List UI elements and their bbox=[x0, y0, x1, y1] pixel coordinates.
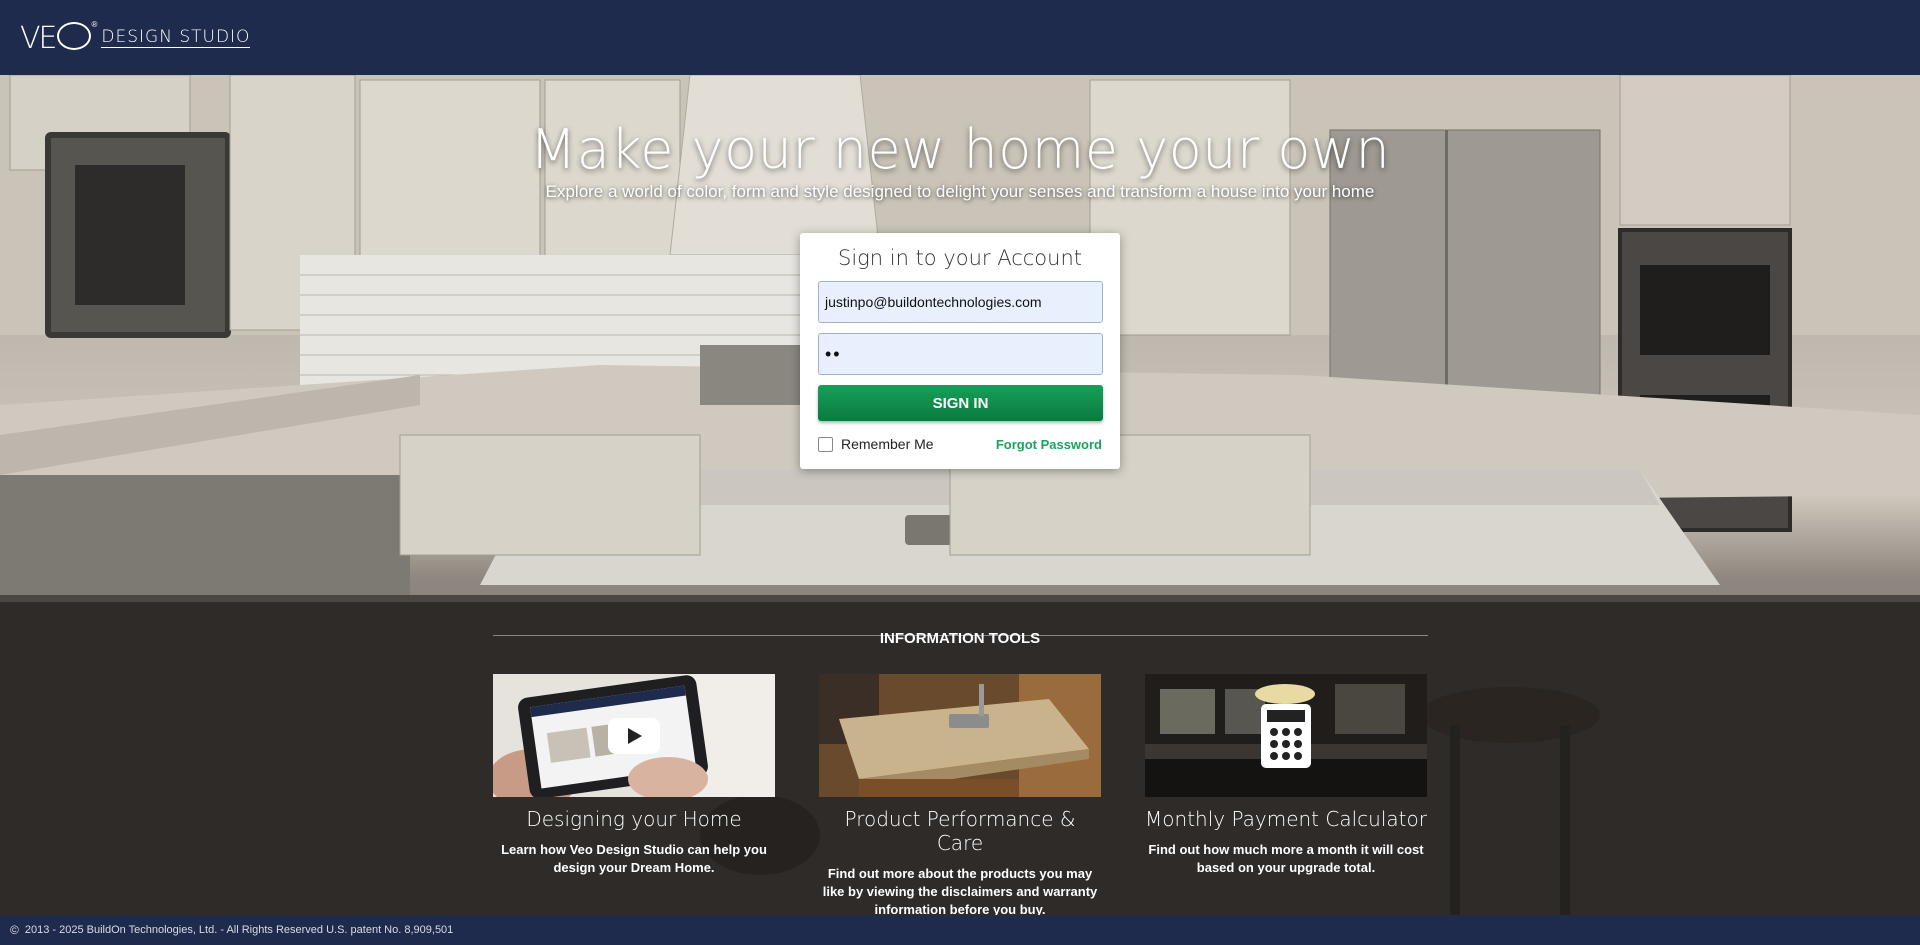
tool-name: Product Performance & Care bbox=[844, 807, 1076, 855]
tool-description: Find out more about the products you may… bbox=[822, 866, 1098, 917]
email-field[interactable]: justinpo@buildontechnologies.com bbox=[818, 281, 1103, 323]
tools-title-text: INFORMATION TOOLS bbox=[879, 630, 1041, 647]
signin-card: Sign in to your Account justinpo@buildon… bbox=[800, 233, 1120, 469]
calculator-icon[interactable] bbox=[1261, 704, 1311, 768]
footer-text: 2013 - 2025 BuildOn Technologies, Ltd. -… bbox=[24, 924, 454, 936]
hero-subhead: Explore a world of color, form and style… bbox=[545, 182, 1375, 201]
information-tools-section: INFORMATION TOOLS Designing your Home Le… bbox=[0, 602, 1920, 917]
tool-thumbnail-calculator[interactable] bbox=[1145, 674, 1427, 797]
tool-description: Learn how Veo Design Studio can help you… bbox=[501, 842, 767, 875]
tool-description: Find out how much more a month it will c… bbox=[1148, 842, 1424, 875]
logo-registered: ® bbox=[91, 19, 98, 29]
sign-in-button[interactable]: SIGN IN bbox=[818, 385, 1103, 421]
countertop-photo bbox=[819, 674, 1101, 797]
logo-mark: VE bbox=[20, 20, 58, 56]
logo-o-shape bbox=[57, 22, 92, 50]
tool-monthly-payment-calculator[interactable]: Monthly Payment Calculator Find out how … bbox=[1145, 674, 1427, 877]
forgot-password-link[interactable]: Forgot Password bbox=[996, 437, 1102, 452]
hero-headline: Make your new home your own bbox=[529, 118, 1391, 181]
play-icon[interactable] bbox=[608, 718, 660, 754]
remember-me-label: Remember Me bbox=[841, 436, 934, 452]
veo-logo[interactable]: VE ® DESIGN STUDIO bbox=[20, 19, 251, 56]
tool-name: Designing your Home bbox=[526, 807, 742, 831]
top-header: VE ® DESIGN STUDIO bbox=[0, 0, 1920, 75]
tool-designing-your-home[interactable]: Designing your Home Learn how Veo Design… bbox=[493, 674, 775, 877]
remember-me-checkbox[interactable] bbox=[818, 436, 833, 452]
tool-product-performance-care[interactable]: Product Performance & Care Find out more… bbox=[819, 674, 1101, 919]
footer: © 2013 - 2025 BuildOn Technologies, Ltd.… bbox=[0, 915, 1920, 945]
tools-title: INFORMATION TOOLS bbox=[0, 630, 1920, 647]
signin-title: Sign in to your Account bbox=[837, 246, 1082, 270]
copyright-icon: © bbox=[10, 923, 19, 937]
logo-studio-text: DESIGN STUDIO bbox=[101, 27, 251, 48]
tool-thumbnail-countertop[interactable] bbox=[819, 674, 1101, 797]
tool-name: Monthly Payment Calculator bbox=[1145, 807, 1427, 831]
remember-me[interactable]: Remember Me bbox=[818, 436, 934, 452]
tool-thumbnail-video[interactable] bbox=[493, 674, 775, 797]
password-field[interactable]: •• bbox=[818, 333, 1103, 375]
